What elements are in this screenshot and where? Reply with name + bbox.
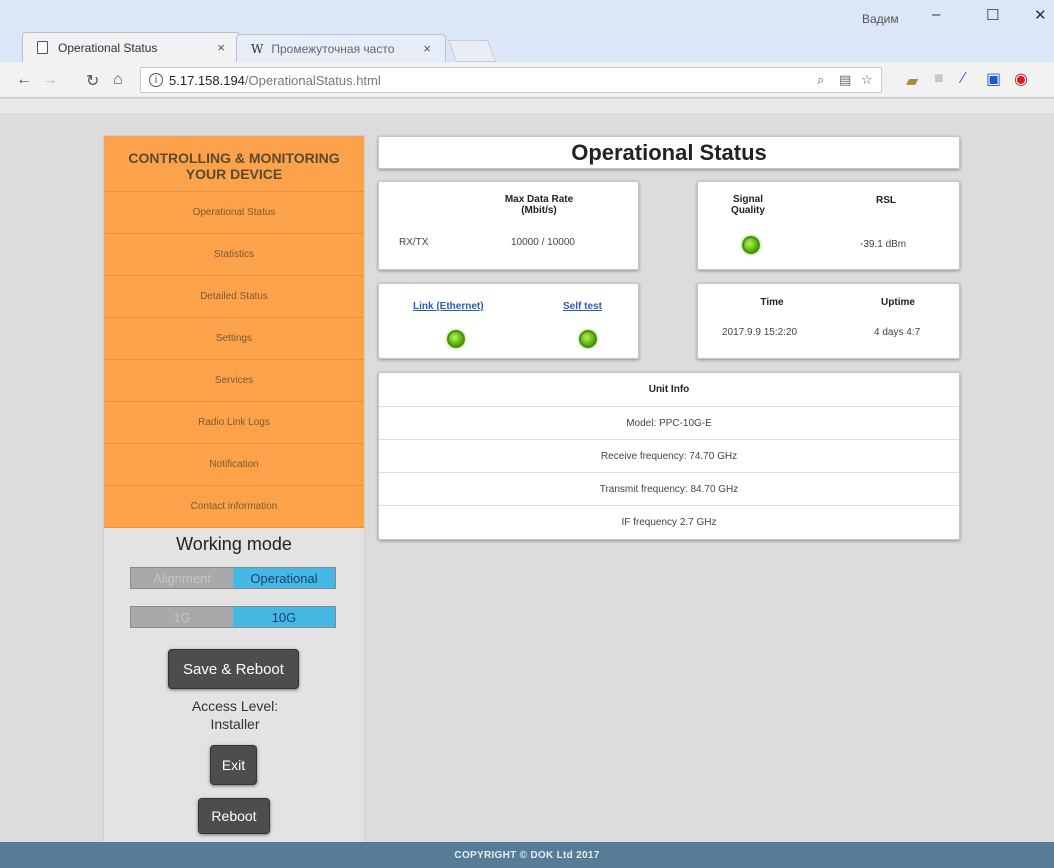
zoom-icon[interactable]: ⌕ <box>817 72 824 88</box>
page-header-strip <box>0 99 1054 113</box>
sidebar: CONTROLLING & MONITORING YOUR DEVICE Ope… <box>103 135 365 843</box>
unit-info-row: IF frequency 2.7 GHz <box>379 505 959 538</box>
minimize-button[interactable]: – <box>932 6 940 23</box>
sidebar-header-line1: CONTROLLING & MONITORING <box>128 150 340 166</box>
exit-button[interactable]: Exit <box>210 745 257 785</box>
forward-arrow-icon[interactable]: → <box>42 71 58 89</box>
link-status-card: Link (Ethernet) Self test <box>378 283 639 359</box>
time-card: Time Uptime 2017.9.9 15:2:20 4 days 4:7 <box>697 283 960 359</box>
rx-tx-value: 10000 / 10000 <box>511 237 575 248</box>
tab-operational-status[interactable]: Operational Status × <box>22 32 240 62</box>
sidebar-item-settings[interactable]: Settings <box>104 318 364 360</box>
sidebar-item-contact-information[interactable]: Contact information <box>104 486 364 528</box>
tab-wikipedia[interactable]: W Промежуточная часто × <box>236 34 446 62</box>
back-arrow-icon[interactable]: ← <box>16 71 32 89</box>
speed-toggle-1g[interactable]: 1G <box>131 607 233 627</box>
reboot-button[interactable]: Reboot <box>198 798 270 834</box>
web-page: CONTROLLING & MONITORING YOUR DEVICE Ope… <box>0 99 1054 843</box>
home-icon[interactable]: ⌂ <box>113 71 123 89</box>
browser-toolbar: ← → ↻ ⌂ i 5.17.158.194/OperationalStatus… <box>0 62 1054 98</box>
unit-info-header: Unit Info <box>648 384 690 395</box>
signal-quality-header-line1: Signal <box>732 194 763 205</box>
self-test-link[interactable]: Self test <box>563 301 602 312</box>
unit-info-row: Receive frequency: 74.70 GHz <box>379 439 959 472</box>
new-tab-button[interactable] <box>447 40 497 62</box>
sidebar-item-radio-link-logs[interactable]: Radio Link Logs <box>104 402 364 444</box>
close-tab-icon[interactable]: × <box>217 40 225 55</box>
access-level-label: Access Level: <box>191 698 279 714</box>
extension-blue-square-icon[interactable]: ▣ <box>986 69 1001 89</box>
info-icon[interactable]: i <box>149 73 163 87</box>
working-mode-title: Working mode <box>176 534 292 554</box>
maximize-button[interactable]: ☐ <box>986 6 999 24</box>
extension-pen-icon[interactable]: ⁄ <box>962 70 965 88</box>
data-rate-header-line1: Max Data Rate <box>504 194 574 205</box>
sidebar-item-operational-status[interactable]: Operational Status <box>104 192 364 234</box>
rsl-header: RSL <box>876 195 896 206</box>
url-host: 5.17.158.194 <box>169 72 245 88</box>
close-window-button[interactable]: ✕ <box>1034 6 1047 24</box>
sidebar-item-services[interactable]: Services <box>104 360 364 402</box>
translate-icon[interactable]: ▤ <box>839 72 851 88</box>
uptime-header: Uptime <box>881 297 915 308</box>
mode-toggle-operational[interactable]: Operational <box>233 568 335 588</box>
signal-quality-led-icon <box>742 236 760 254</box>
unit-info-row: Model: PPC-10G-E <box>379 406 959 439</box>
self-test-led-icon <box>579 330 597 348</box>
profile-name[interactable]: Вадим <box>862 12 899 26</box>
speed-toggle-10g[interactable]: 10G <box>233 607 335 627</box>
uptime-value: 4 days 4:7 <box>874 327 921 338</box>
rx-tx-label: RX/TX <box>399 237 429 248</box>
rsl-value: -39.1 dBm <box>860 239 907 250</box>
extension-grey-icon[interactable]: ■ <box>934 70 944 88</box>
tab-title: Промежуточная часто <box>271 41 395 56</box>
signal-quality-header: Signal Quality <box>718 194 778 216</box>
browser-tab-bar: Operational Status × W Промежуточная час… <box>0 0 1054 62</box>
extension-folder-icon[interactable]: ▰ <box>906 71 918 91</box>
wikipedia-icon: W <box>251 41 264 56</box>
document-icon <box>37 41 48 54</box>
data-rate-header-line2: (Mbit/s) <box>521 205 557 216</box>
link-ethernet-link[interactable]: Link (Ethernet) <box>413 301 484 312</box>
save-reboot-button[interactable]: Save & Reboot <box>168 649 299 689</box>
sidebar-header: CONTROLLING & MONITORING YOUR DEVICE <box>104 136 364 192</box>
signal-quality-header-line2: Quality <box>731 205 765 216</box>
time-value: 2017.9.9 15:2:20 <box>722 327 798 338</box>
unit-info-card: Unit Info Model: PPC-10G-E Receive frequ… <box>378 372 960 540</box>
speed-toggle[interactable]: 1G 10G <box>130 606 336 628</box>
sidebar-item-notification[interactable]: Notification <box>104 444 364 486</box>
close-tab-icon[interactable]: × <box>423 41 431 56</box>
address-bar[interactable]: i 5.17.158.194/OperationalStatus.html ⌕ … <box>140 67 882 93</box>
time-header: Time <box>760 297 784 308</box>
sidebar-item-statistics[interactable]: Statistics <box>104 234 364 276</box>
unit-info-row: Transmit frequency: 84.70 GHz <box>379 472 959 505</box>
reload-icon[interactable]: ↻ <box>86 71 99 91</box>
access-level-value: Installer <box>210 716 260 732</box>
mode-toggle[interactable]: Alignment Operational <box>130 567 336 589</box>
tab-title: Operational Status <box>58 40 158 55</box>
data-rate-card: Max Data Rate (Mbit/s) RX/TX 10000 / 100… <box>378 181 639 270</box>
bookmark-star-icon[interactable]: ☆ <box>861 72 873 88</box>
extension-red-circle-icon[interactable]: ◉ <box>1014 69 1028 89</box>
page-footer: COPYRIGHT © DOK Ltd 2017 <box>0 842 1054 868</box>
mode-toggle-alignment[interactable]: Alignment <box>131 568 233 588</box>
url-path: /OperationalStatus.html <box>244 72 381 88</box>
data-rate-header: Max Data Rate (Mbit/s) <box>489 194 589 216</box>
sidebar-item-detailed-status[interactable]: Detailed Status <box>104 276 364 318</box>
signal-card: Signal Quality RSL -39.1 dBm <box>697 181 960 270</box>
sidebar-header-line2: YOUR DEVICE <box>185 166 283 182</box>
page-title: Operational Status <box>378 136 960 169</box>
link-ethernet-led-icon <box>447 330 465 348</box>
